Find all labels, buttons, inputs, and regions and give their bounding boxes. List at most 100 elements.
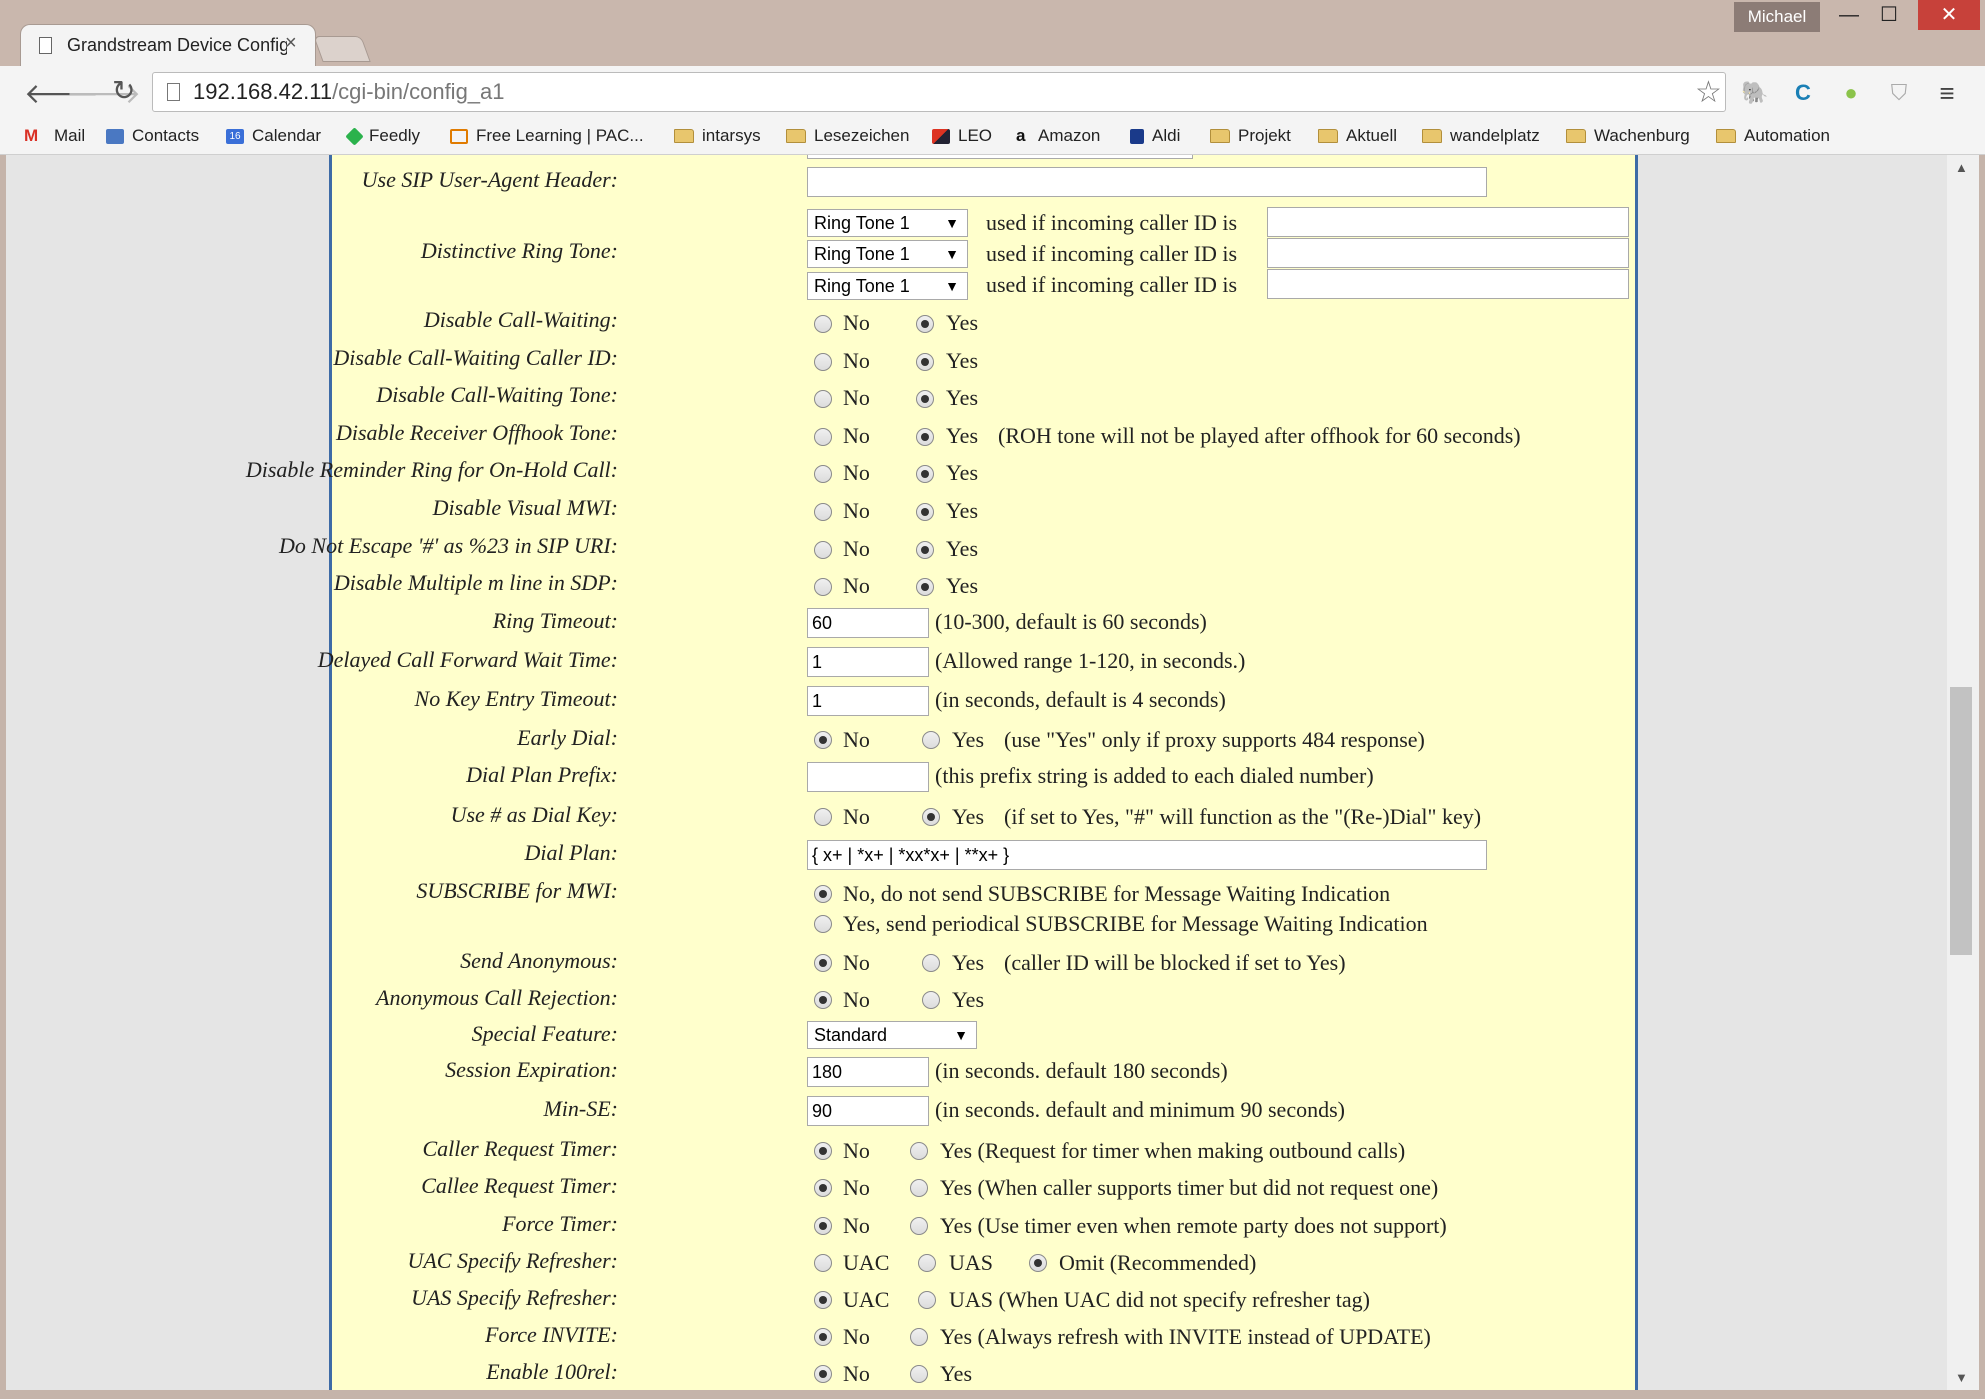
- min-se-input[interactable]: 90: [807, 1096, 929, 1126]
- uas-refresher-uas-radio[interactable]: [918, 1291, 936, 1309]
- bookmark-amazon[interactable]: a Amazon: [1016, 126, 1100, 146]
- ring-tone-select-1[interactable]: Ring Tone 1 ▼: [807, 209, 968, 237]
- new-tab-button[interactable]: [313, 36, 371, 62]
- force-timer-no-radio[interactable]: [814, 1217, 832, 1235]
- caller-timer-yes-radio[interactable]: [910, 1142, 928, 1160]
- disable-cw-tone-no-radio[interactable]: [814, 390, 832, 408]
- ring-tone-suffix-3: used if incoming caller ID is: [986, 272, 1238, 297]
- caller-id-input-3[interactable]: [1267, 269, 1629, 299]
- uac-refresher-omit-radio[interactable]: [1029, 1254, 1047, 1272]
- bookmark-free-learning[interactable]: Free Learning | PAC...: [450, 126, 644, 146]
- folder-icon: [1422, 129, 1442, 143]
- uac-refresher-uac-radio[interactable]: [814, 1254, 832, 1272]
- sip-user-agent-input[interactable]: [807, 167, 1487, 197]
- bookmark-folder-automation[interactable]: Automation: [1716, 126, 1830, 146]
- ring-tone-select-2[interactable]: Ring Tone 1 ▼: [807, 240, 968, 268]
- bookmark-folder-lesezeichen[interactable]: Lesezeichen: [786, 126, 909, 146]
- uac-refresher-uas-radio[interactable]: [918, 1254, 936, 1272]
- send-anonymous-yes-radio[interactable]: [922, 954, 940, 972]
- multiple-m-line-no-radio[interactable]: [814, 578, 832, 596]
- close-window-button[interactable]: ✕: [1918, 0, 1980, 30]
- subscribe-mwi-no-radio[interactable]: [814, 885, 832, 903]
- page-info-icon[interactable]: [167, 83, 180, 101]
- disable-reminder-ring-no-radio[interactable]: [814, 465, 832, 483]
- address-bar[interactable]: 192.168.42.11/cgi-bin/config_a1 ☆: [152, 72, 1726, 112]
- bookmark-feedly[interactable]: Feedly: [345, 126, 420, 146]
- url-text[interactable]: 192.168.42.11/cgi-bin/config_a1: [193, 79, 505, 105]
- caller-id-input-2[interactable]: [1267, 238, 1629, 268]
- scroll-down-arrow-icon[interactable]: ▼: [1955, 1370, 1968, 1385]
- hamburger-menu-icon[interactable]: ≡: [1932, 78, 1962, 108]
- enable-100rel-yes-radio[interactable]: [910, 1365, 928, 1383]
- scrollbar-thumb[interactable]: [1950, 687, 1972, 955]
- disable-reminder-ring-yes-radio[interactable]: [916, 465, 934, 483]
- dial-plan-input[interactable]: { x+ | *x+ | *xx*x+ | **x+ }: [807, 840, 1487, 870]
- disable-call-waiting-no-radio[interactable]: [814, 315, 832, 333]
- anon-reject-no-radio[interactable]: [814, 991, 832, 1009]
- tab-close-icon[interactable]: ×: [285, 32, 297, 55]
- star-icon[interactable]: ☆: [1695, 75, 1722, 110]
- early-dial-no-radio[interactable]: [814, 731, 832, 749]
- dial-plan-label: Dial Plan:: [524, 840, 619, 865]
- early-dial-yes-radio[interactable]: [922, 731, 940, 749]
- reload-icon[interactable]: ↻: [112, 74, 135, 107]
- scroll-up-arrow-icon[interactable]: ▲: [1955, 160, 1968, 175]
- disable-visual-mwi-yes-radio[interactable]: [916, 503, 934, 521]
- page-icon: [39, 37, 52, 54]
- profile-user-badge[interactable]: Michael: [1734, 2, 1820, 32]
- uas-refresher-uac-radio[interactable]: [814, 1291, 832, 1309]
- disable-cw-tone-yes-radio[interactable]: [916, 390, 934, 408]
- callee-timer-no-radio[interactable]: [814, 1179, 832, 1197]
- bookmark-calendar[interactable]: 16 Calendar: [226, 126, 321, 146]
- callee-timer-yes-radio[interactable]: [910, 1179, 928, 1197]
- disable-call-waiting-yes-radio[interactable]: [916, 315, 934, 333]
- uas-refresher-label: UAS Specify Refresher:: [411, 1285, 618, 1310]
- bookmark-folder-wandelplatz[interactable]: wandelplatz: [1422, 126, 1540, 146]
- disable-cw-callerid-no-radio[interactable]: [814, 353, 832, 371]
- shield-extension-icon[interactable]: ⛉: [1884, 78, 1914, 108]
- delayed-cf-input[interactable]: 1: [807, 647, 929, 677]
- bookmark-contacts[interactable]: Contacts: [106, 126, 199, 146]
- disable-offhook-tone-no-radio[interactable]: [814, 428, 832, 446]
- hash-dial-no-radio[interactable]: [814, 808, 832, 826]
- bookmark-folder-projekt[interactable]: Projekt: [1210, 126, 1291, 146]
- anon-reject-yes-radio[interactable]: [922, 991, 940, 1009]
- no-key-timeout-input[interactable]: 1: [807, 686, 929, 716]
- force-invite-yes-radio[interactable]: [910, 1328, 928, 1346]
- multiple-m-line-yes-radio[interactable]: [916, 578, 934, 596]
- ring-timeout-input[interactable]: 60: [807, 608, 929, 638]
- disable-visual-mwi-no-radio[interactable]: [814, 503, 832, 521]
- dial-prefix-input[interactable]: [807, 762, 929, 792]
- browser-tab[interactable]: Grandstream Device Configu ×: [20, 24, 316, 66]
- subscribe-mwi-yes-radio[interactable]: [814, 915, 832, 933]
- bookmark-folder-intarsys[interactable]: intarsys: [674, 126, 761, 146]
- force-timer-yes-text: Yes (Use timer even when remote party do…: [940, 1213, 1447, 1238]
- escape-hash-yes-radio[interactable]: [916, 541, 934, 559]
- bookmark-folder-aktuell[interactable]: Aktuell: [1318, 126, 1397, 146]
- caller-timer-no-radio[interactable]: [814, 1142, 832, 1160]
- packt-icon: [450, 128, 468, 144]
- bookmarks-bar: M Mail Contacts 16 Calendar Feedly Free Le…: [0, 120, 1985, 155]
- android-extension-icon[interactable]: ●: [1836, 78, 1866, 108]
- bookmark-mail[interactable]: M Mail: [24, 126, 85, 146]
- bookmark-leo[interactable]: LEO: [932, 126, 992, 146]
- no-label: No: [843, 1213, 870, 1238]
- maximize-button[interactable]: ☐: [1864, 0, 1914, 30]
- hash-dial-yes-radio[interactable]: [922, 808, 940, 826]
- session-exp-input[interactable]: 180: [807, 1057, 929, 1087]
- ring-tone-select-3[interactable]: Ring Tone 1 ▼: [807, 272, 968, 300]
- send-anonymous-no-radio[interactable]: [814, 954, 832, 972]
- force-timer-yes-radio[interactable]: [910, 1217, 928, 1235]
- disable-cw-callerid-yes-radio[interactable]: [916, 353, 934, 371]
- ring-tone-suffix-1: used if incoming caller ID is: [986, 210, 1238, 235]
- force-invite-no-radio[interactable]: [814, 1328, 832, 1346]
- bookmark-aldi[interactable]: Aldi: [1130, 126, 1180, 146]
- disable-offhook-tone-yes-radio[interactable]: [916, 428, 934, 446]
- enable-100rel-no-radio[interactable]: [814, 1365, 832, 1383]
- caller-id-input-1[interactable]: [1267, 207, 1629, 237]
- escape-hash-no-radio[interactable]: [814, 541, 832, 559]
- special-feature-select[interactable]: Standard ▼: [807, 1021, 977, 1049]
- bookmark-folder-wachenburg[interactable]: Wachenburg: [1566, 126, 1690, 146]
- extension-c-icon[interactable]: C: [1788, 78, 1818, 108]
- evernote-extension-icon[interactable]: 🐘: [1740, 78, 1770, 108]
